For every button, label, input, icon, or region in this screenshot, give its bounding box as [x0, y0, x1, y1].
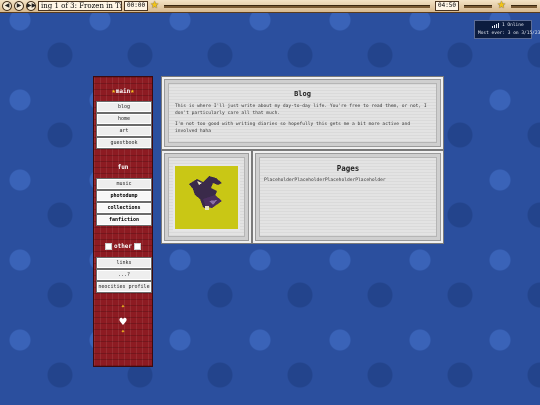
heart-icon: ♥ — [118, 317, 128, 328]
nav-home[interactable]: home — [96, 113, 152, 125]
pages-title: Pages — [336, 164, 360, 173]
pages-panel: Pages PlaceholderPlaceholderPlaceholderP… — [253, 151, 443, 243]
nav-art[interactable]: art — [96, 125, 152, 137]
pages-placeholder-text: PlaceholderPlaceholderPlaceholderPlaceho… — [264, 178, 386, 183]
music-player-bar: ◀ ▶ ▶▶ ing 1 of 3: Frozen in Tim 00:00 ★… — [0, 0, 540, 13]
section-heading-main: ★main★ — [111, 87, 135, 95]
next-button[interactable]: ▶▶ — [26, 1, 36, 11]
prev-button[interactable]: ◀ — [2, 1, 12, 11]
nav-collections[interactable]: collections — [96, 202, 152, 214]
sparkle-icon: ✦ — [120, 329, 126, 335]
pixel-art-image — [173, 163, 240, 231]
online-count: 1 Online — [502, 23, 524, 28]
nav-neocities-profile[interactable]: neocities profile — [96, 281, 152, 293]
song-title-marquee: ing 1 of 3: Frozen in Tim — [38, 1, 122, 11]
broken-image-icon — [104, 242, 112, 250]
seek-track[interactable] — [164, 4, 430, 8]
play-button[interactable]: ▶ — [14, 1, 24, 11]
nav-links[interactable]: links — [96, 257, 152, 269]
broken-image-icon — [134, 242, 142, 250]
sparkle-icon: ✦ — [120, 304, 126, 310]
signal-bars-icon — [492, 23, 499, 28]
volume-star-icon[interactable]: ★ — [497, 1, 506, 11]
nav-blog[interactable]: blog — [96, 101, 152, 113]
blog-intro-text: This is where I'll just write about my d… — [175, 104, 427, 116]
heart-decoration: ✦ ♥ ✦ — [97, 304, 149, 335]
nav-music[interactable]: music — [96, 178, 152, 190]
nav-fanfiction[interactable]: fanfiction — [96, 214, 152, 226]
section-heading-fun: fun — [117, 164, 129, 171]
online-most-ever: Most ever: 3 on 3/15/23 — [478, 31, 540, 36]
current-time: 00:00 — [124, 1, 149, 11]
online-counter-widget: 1 Online Most ever: 3 on 3/15/23 — [474, 20, 540, 39]
total-time: 04:50 — [434, 1, 460, 11]
nav-guestbook[interactable]: guestbook — [96, 137, 152, 149]
blog-title: Blog — [294, 90, 311, 98]
blog-panel: Blog This is where I'll just write about… — [162, 77, 443, 149]
blog-intro-text-2: I'm not too good with writing diaries so… — [175, 122, 411, 134]
nav-mystery[interactable]: ...? — [96, 269, 152, 281]
sidebar-nav: ★main★ blog home art guestbook fun music… — [93, 76, 153, 367]
image-panel — [162, 151, 251, 243]
bird-pixel-art-icon — [189, 175, 222, 210]
nav-photodump[interactable]: photodump — [96, 190, 152, 202]
volume-track[interactable] — [464, 4, 493, 8]
seek-star-icon[interactable]: ★ — [150, 1, 159, 11]
star-icon: ★ — [130, 87, 135, 95]
volume-track-right[interactable] — [511, 4, 537, 8]
section-heading-other: other — [97, 235, 149, 257]
